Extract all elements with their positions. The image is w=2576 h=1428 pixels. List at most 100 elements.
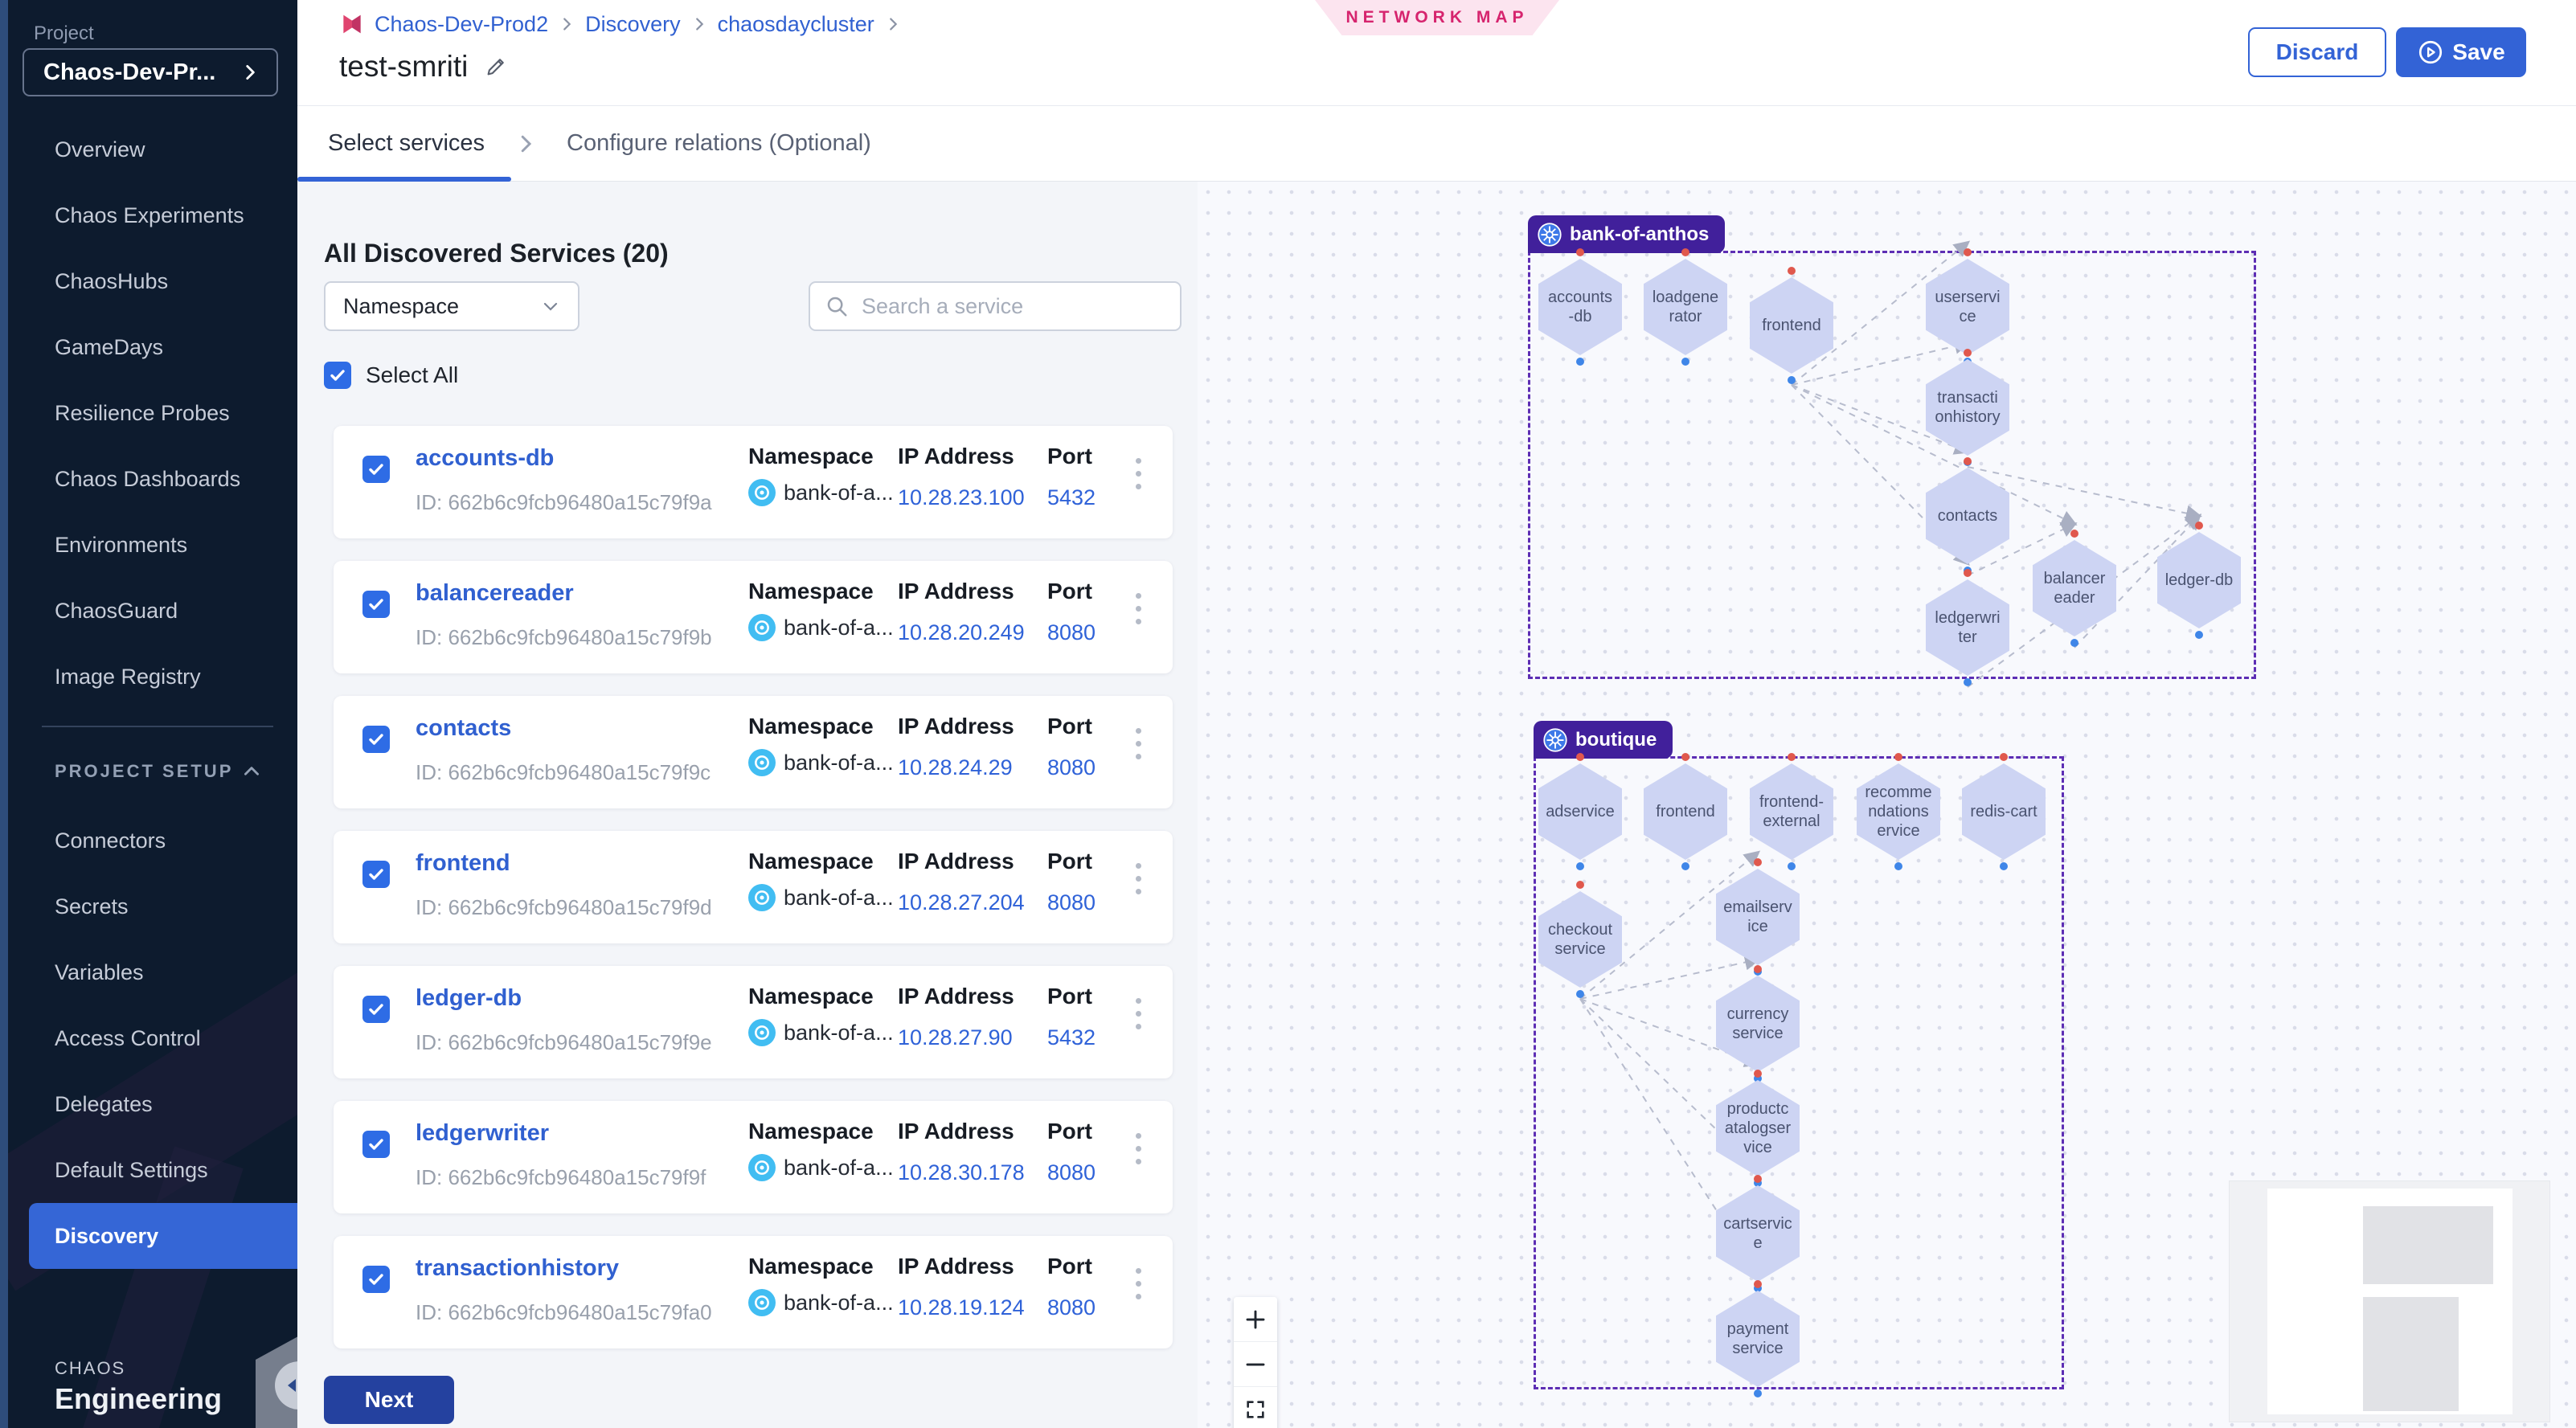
sidebar-item-chaosguard[interactable]: ChaosGuard <box>8 578 297 644</box>
fit-view-button[interactable] <box>1234 1387 1277 1428</box>
select-all-control[interactable]: Select All <box>324 362 458 389</box>
sidebar-collapse-button[interactable] <box>275 1361 297 1410</box>
sidebar-item-variables[interactable]: Variables <box>8 939 297 1005</box>
service-ip[interactable]: 10.28.19.124 <box>898 1295 1025 1320</box>
map-node-currencyservice[interactable]: currencyservice <box>1716 976 1800 1072</box>
discard-button[interactable]: Discard <box>2248 27 2386 77</box>
map-node-balancereader[interactable]: balancereader <box>2033 540 2116 636</box>
network-map-canvas[interactable]: bank-of-anthos accounts-dbloadgeneratorf… <box>1198 182 2576 1428</box>
service-port[interactable]: 5432 <box>1047 1025 1096 1050</box>
service-port[interactable]: 8080 <box>1047 1295 1096 1320</box>
service-name-link[interactable]: ledger-db <box>416 985 522 1012</box>
service-name-link[interactable]: accounts-db <box>416 445 554 472</box>
zoom-in-button[interactable] <box>1234 1297 1277 1342</box>
sidebar-item-chaoshubs[interactable]: ChaosHubs <box>8 248 297 314</box>
canvas-minimap[interactable] <box>2229 1180 2550 1422</box>
map-node-adservice[interactable]: adservice <box>1538 763 1622 860</box>
service-ip[interactable]: 10.28.27.90 <box>898 1025 1013 1050</box>
sidebar-item-access-control[interactable]: Access Control <box>8 1005 297 1071</box>
kebab-menu-icon[interactable] <box>1131 453 1146 494</box>
kebab-menu-icon[interactable] <box>1131 723 1146 764</box>
service-checkbox[interactable] <box>362 1266 390 1293</box>
service-checkbox[interactable] <box>362 591 390 618</box>
map-node-emailservice[interactable]: emailservice <box>1716 869 1800 965</box>
search-input[interactable] <box>860 293 1165 320</box>
sidebar-item-connectors[interactable]: Connectors <box>8 808 297 874</box>
sidebar-item-environments[interactable]: Environments <box>8 512 297 578</box>
check-icon <box>367 460 386 479</box>
service-ip[interactable]: 10.28.20.249 <box>898 620 1025 645</box>
sidebar-item-chaos-experiments[interactable]: Chaos Experiments <box>8 182 297 248</box>
service-checkbox[interactable] <box>362 861 390 888</box>
service-port[interactable]: 8080 <box>1047 890 1096 915</box>
service-port[interactable]: 5432 <box>1047 485 1096 510</box>
service-checkbox[interactable] <box>362 1131 390 1158</box>
fullscreen-icon <box>1244 1398 1267 1421</box>
kebab-menu-icon[interactable] <box>1131 588 1146 629</box>
breadcrumb-link-discovery[interactable]: Discovery <box>585 12 681 37</box>
zoom-out-button[interactable] <box>1234 1342 1277 1387</box>
service-namespace-value: bank-of-a... <box>784 1021 894 1045</box>
map-node-cartservice[interactable]: cartservice <box>1716 1185 1800 1282</box>
sidebar-item-discovery[interactable]: Discovery <box>29 1203 297 1269</box>
map-node-paymentservice[interactable]: paymentservice <box>1716 1291 1800 1387</box>
project-selector[interactable]: Chaos-Dev-Pr... <box>23 48 278 96</box>
sidebar-item-overview[interactable]: Overview <box>8 117 297 182</box>
sidebar-item-resilience-probes[interactable]: Resilience Probes <box>8 380 297 446</box>
sidebar-item-image-registry[interactable]: Image Registry <box>8 644 297 710</box>
map-node-frontend[interactable]: frontend <box>1750 277 1833 374</box>
kebab-menu-icon[interactable] <box>1131 1128 1146 1169</box>
map-node-frontend-external[interactable]: frontend-external <box>1750 763 1833 860</box>
service-card: balancereader ID: 662b6c9fcb96480a15c79f… <box>334 561 1173 673</box>
service-checkbox[interactable] <box>362 996 390 1023</box>
sidebar-item-delegates[interactable]: Delegates <box>8 1071 297 1137</box>
kebab-menu-icon[interactable] <box>1131 993 1146 1034</box>
breadcrumb-link-agent[interactable]: chaosdaycluster <box>718 12 874 37</box>
tab-configure-relations[interactable]: Configure relations (Optional) <box>567 130 871 157</box>
sidebar-item-chaos-dashboards[interactable]: Chaos Dashboards <box>8 446 297 512</box>
service-ip[interactable]: 10.28.23.100 <box>898 485 1025 510</box>
input-port-dot <box>1681 248 1689 256</box>
service-name-link[interactable]: frontend <box>416 850 510 877</box>
next-button[interactable]: Next <box>324 1376 454 1424</box>
service-port[interactable]: 8080 <box>1047 620 1096 645</box>
check-icon <box>367 1135 386 1154</box>
map-node-frontend-b[interactable]: frontend <box>1644 763 1727 860</box>
select-all-checkbox[interactable] <box>324 362 351 389</box>
service-ip[interactable]: 10.28.24.29 <box>898 755 1013 780</box>
group-label: boutique <box>1575 729 1657 751</box>
map-node-checkoutservice[interactable]: checkoutservice <box>1538 891 1622 988</box>
service-port[interactable]: 8080 <box>1047 1160 1096 1185</box>
namespace-icon <box>748 749 776 776</box>
map-node-productcatalogservice[interactable]: productcatalogservice <box>1716 1080 1800 1176</box>
map-node-transactionhistory[interactable]: transactionhistory <box>1926 359 2009 456</box>
sidebar-item-default-settings[interactable]: Default Settings <box>8 1137 297 1203</box>
kebab-menu-icon[interactable] <box>1131 858 1146 899</box>
service-checkbox[interactable] <box>362 726 390 753</box>
kebab-menu-icon[interactable] <box>1131 1263 1146 1304</box>
service-ip[interactable]: 10.28.30.178 <box>898 1160 1025 1185</box>
map-node-contacts[interactable]: contacts <box>1926 468 2009 564</box>
sidebar-item-gamedays[interactable]: GameDays <box>8 314 297 380</box>
map-node-redis-cart[interactable]: redis-cart <box>1962 763 2046 860</box>
breadcrumb-link-project[interactable]: Chaos-Dev-Prod2 <box>375 12 548 37</box>
service-name-link[interactable]: ledgerwriter <box>416 1120 549 1147</box>
service-name-link[interactable]: contacts <box>416 715 511 742</box>
map-node-userservice[interactable]: userservice <box>1926 259 2009 355</box>
edit-pencil-icon[interactable] <box>484 55 508 79</box>
map-node-recommendationservice[interactable]: recommendationservice <box>1857 763 1940 860</box>
map-node-loadgenerator[interactable]: loadgenerator <box>1644 259 1727 355</box>
project-setup-section-toggle[interactable]: PROJECT SETUP <box>55 747 262 796</box>
service-name-link[interactable]: transactionhistory <box>416 1255 619 1282</box>
sidebar-item-secrets[interactable]: Secrets <box>8 874 297 939</box>
service-ip[interactable]: 10.28.27.204 <box>898 890 1025 915</box>
tab-select-services[interactable]: Select services <box>328 130 485 157</box>
map-node-ledger-db[interactable]: ledger-db <box>2157 532 2241 628</box>
service-checkbox[interactable] <box>362 456 390 483</box>
service-port[interactable]: 8080 <box>1047 755 1096 780</box>
namespace-filter-dropdown[interactable]: Namespace <box>324 281 579 331</box>
map-node-accounts-db[interactable]: accounts-db <box>1538 259 1622 355</box>
map-node-ledgerwriter[interactable]: ledgerwriter <box>1926 579 2009 676</box>
save-button[interactable]: Save <box>2396 27 2526 77</box>
service-name-link[interactable]: balancereader <box>416 580 574 607</box>
